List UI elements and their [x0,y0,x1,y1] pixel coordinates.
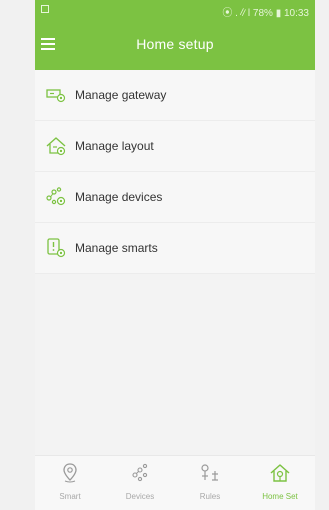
menu-item-label: Manage layout [75,139,154,153]
menu-item-manage-devices[interactable]: Manage devices [35,172,315,223]
menu-item-manage-gateway[interactable]: Manage gateway [35,70,315,121]
tab-label: Devices [125,492,155,501]
tab-rules[interactable]: Rules [175,456,245,510]
status-indicators: ⦿ .∥l 78% ▮ 10:33 [222,8,309,19]
tab-smart[interactable]: Smart [35,456,105,510]
menu-item-manage-layout[interactable]: Manage layout [35,121,315,172]
home-icon [270,464,290,482]
home-setup-menu: Manage gateway Manage layout Manage devi… [35,70,315,274]
tab-devices[interactable]: Devices [105,456,175,510]
tab-label: Home Set [262,492,298,501]
notification-icon [41,5,49,13]
bottom-navigation: Smart Devices Rules Home Set [35,455,315,510]
location-pin-icon [63,463,77,483]
tab-home-setup[interactable]: Home Set [245,456,315,510]
devices-icon [132,463,148,482]
app-bar: Home setup [35,20,315,70]
menu-item-label: Manage gateway [75,88,167,102]
menu-item-label: Manage smarts [75,241,158,255]
tab-label: Smart [59,492,81,501]
menu-item-manage-smarts[interactable]: Manage smarts [35,223,315,274]
devices-icon [46,187,66,206]
phone-screen: ⦿ .∥l 78% ▮ 10:33 Home setup Manage gate… [35,0,315,510]
menu-item-label: Manage devices [75,190,163,204]
gateway-icon [46,89,66,103]
rules-icon [201,464,218,481]
status-bar: ⦿ .∥l 78% ▮ 10:33 [35,0,315,20]
page-title: Home setup [136,36,214,52]
tab-label: Rules [199,492,221,501]
smarts-icon [47,238,66,258]
layout-icon [46,137,66,156]
